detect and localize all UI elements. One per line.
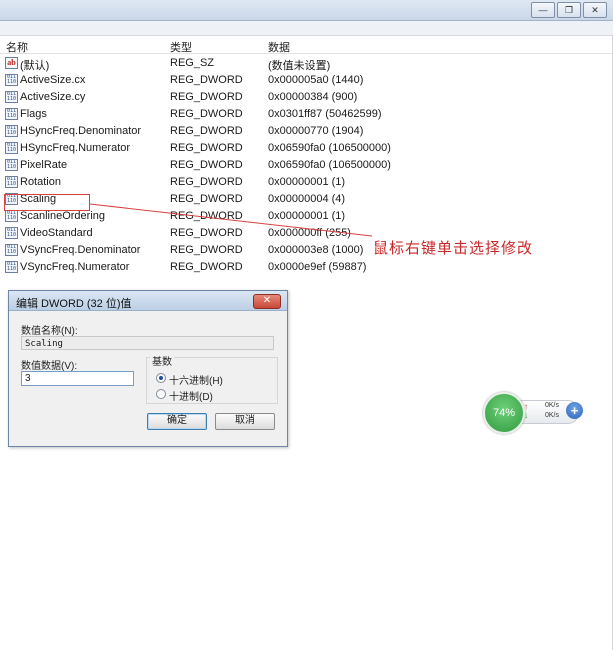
value-data-label: 数值数据(V): bbox=[21, 361, 78, 372]
decimal-radio-label[interactable]: 十进制(D) bbox=[169, 388, 213, 403]
hex-radio-label[interactable]: 十六进制(H) bbox=[169, 372, 223, 387]
radix-group-label: 基数 bbox=[150, 353, 174, 368]
value-name-field: Scaling bbox=[21, 336, 274, 350]
memory-usage-ring[interactable]: 74% bbox=[483, 392, 525, 434]
dialog-title: 编辑 DWORD (32 位)值 bbox=[16, 298, 132, 310]
value-data-input[interactable]: 3 bbox=[21, 371, 134, 386]
upload-speed: 0K/s bbox=[545, 402, 560, 409]
network-speed-widget[interactable]: 74% ↑ ↓ 0K/s 0K/s + bbox=[483, 392, 585, 434]
annotation-text: 鼠标右键单击选择修改 bbox=[373, 239, 534, 257]
value-name-label: 数值名称(N): bbox=[21, 326, 78, 337]
dialog-close-button[interactable]: ✕ bbox=[253, 294, 281, 309]
decimal-radio[interactable] bbox=[156, 389, 166, 399]
dialog-titlebar: 编辑 DWORD (32 位)值 ✕ bbox=[9, 291, 287, 311]
download-speed: 0K/s bbox=[545, 412, 560, 419]
cancel-button[interactable]: 取消 bbox=[215, 413, 275, 430]
close-icon: ✕ bbox=[262, 295, 272, 306]
download-arrow-icon: ↓ bbox=[524, 411, 528, 420]
ok-button[interactable]: 确定 bbox=[147, 413, 207, 430]
upload-arrow-icon: ↑ bbox=[524, 402, 528, 411]
edit-dword-dialog: 编辑 DWORD (32 位)值 ✕ 数值名称(N): Scaling 数值数据… bbox=[8, 290, 288, 447]
hex-radio[interactable] bbox=[156, 373, 166, 383]
add-icon[interactable]: + bbox=[566, 402, 583, 419]
